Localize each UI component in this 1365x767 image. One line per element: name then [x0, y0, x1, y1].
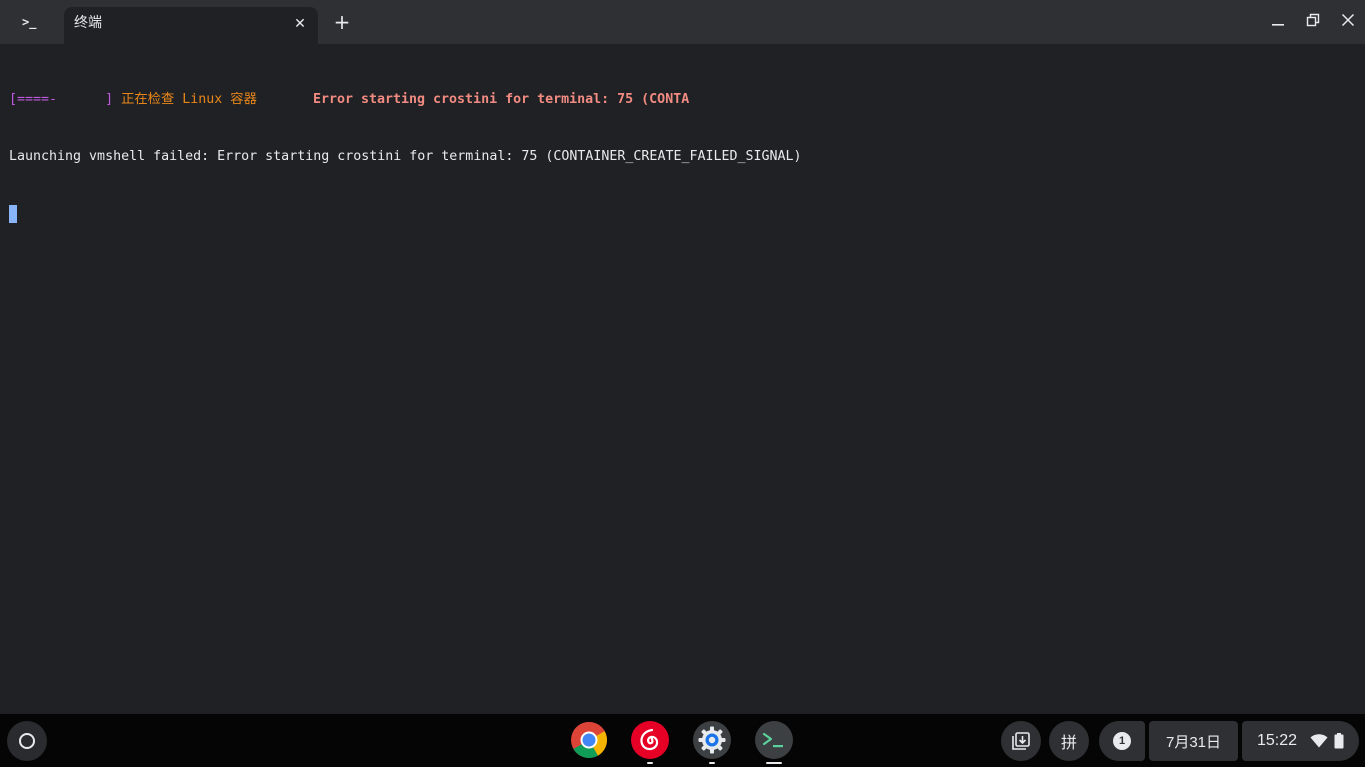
tab-close-icon[interactable]: ✕: [288, 12, 312, 36]
settings-app[interactable]: [693, 721, 731, 759]
title-bar[interactable]: >_ 终端 ✕ +: [0, 0, 1365, 44]
terminal-output[interactable]: [====- ] 正在检查 Linux 容器 Error starting cr…: [9, 52, 802, 261]
minimize-button[interactable]: [1264, 8, 1292, 32]
launcher-button[interactable]: [7, 721, 47, 761]
spacer-text: [257, 92, 313, 107]
restore-button[interactable]: [1299, 8, 1327, 32]
tab-title: 终端: [74, 15, 102, 31]
close-icon: [1341, 13, 1355, 27]
close-window-button[interactable]: [1334, 8, 1362, 32]
netease-music-app[interactable]: [631, 721, 669, 759]
running-indicator: [647, 762, 653, 764]
chrome-app[interactable]: [570, 721, 608, 759]
terminal-prompt-line: [9, 204, 802, 223]
gear-icon: [698, 726, 726, 754]
holding-space-button[interactable]: [1001, 721, 1041, 761]
shelf: 拼 1 7月31日 15:22: [0, 714, 1365, 767]
terminal-line: Launching vmshell failed: Error starting…: [9, 149, 802, 164]
new-tab-button[interactable]: +: [330, 10, 354, 34]
status-text: 正在检查 Linux 容器: [113, 92, 257, 107]
netease-cloud-music-icon: [640, 728, 659, 751]
clock-time: 15:22: [1257, 732, 1298, 749]
restore-icon: [1306, 13, 1320, 27]
wifi-icon: [1310, 734, 1328, 748]
active-indicator: [766, 762, 782, 764]
terminal-icon: [762, 732, 783, 748]
chrome-icon: [571, 722, 608, 759]
terminal-window: >_ 终端 ✕ + [====- ] 正在检查 Linux 容器 Error s…: [0, 0, 1365, 714]
battery-icon: [1334, 733, 1344, 749]
progress-bar-text: [====- ]: [9, 92, 114, 107]
date-tray-button[interactable]: 7月31日: [1149, 721, 1238, 761]
tab-terminal[interactable]: 终端 ✕: [64, 7, 318, 44]
terminal-app[interactable]: [755, 721, 793, 759]
notification-counter-button[interactable]: 1: [1099, 721, 1145, 761]
ime-menu-button[interactable]: 拼: [1049, 721, 1089, 761]
holding-space-icon: [1012, 732, 1030, 750]
terminal-cursor: [9, 205, 17, 223]
minimize-icon: [1272, 24, 1284, 26]
terminal-line: [====- ] 正在检查 Linux 容器 Error starting cr…: [9, 90, 802, 109]
launcher-icon: [19, 733, 35, 749]
notification-count-badge: 1: [1113, 732, 1131, 750]
terminal-app-icon: >_: [22, 15, 37, 29]
error-text: Error starting crostini for terminal: 75…: [312, 92, 690, 107]
status-area-button[interactable]: 15:22: [1242, 721, 1359, 761]
running-indicator: [709, 762, 715, 764]
